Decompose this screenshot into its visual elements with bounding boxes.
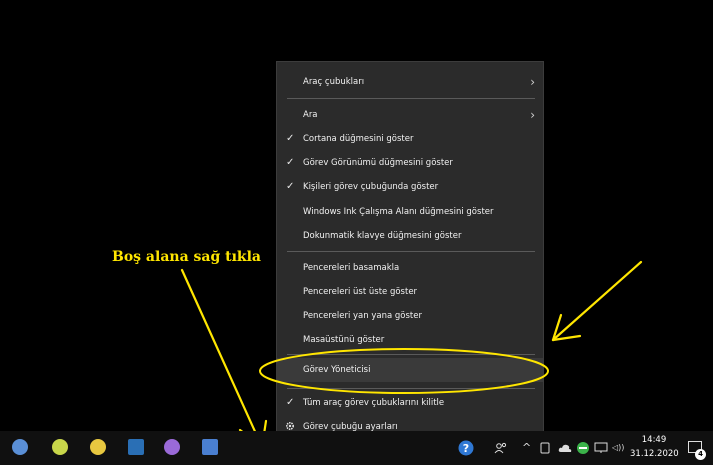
question-circle-icon[interactable]: ?	[458, 440, 474, 456]
volume-icon[interactable]: ◁))	[612, 441, 624, 455]
clock-date[interactable]: 31.12.2020	[630, 449, 679, 459]
app-icon-6[interactable]	[202, 439, 218, 455]
cloud-icon[interactable]	[558, 443, 572, 453]
menu-item-label: Ara	[303, 110, 318, 120]
clock-time[interactable]: 14:49	[634, 435, 674, 445]
network-icon[interactable]	[594, 442, 608, 454]
menu-item-label: Cortana düğmesini göster	[303, 134, 414, 144]
menu-item-search[interactable]: Ara ›	[277, 103, 543, 127]
menu-item-show-desktop[interactable]: Masaüstünü göster	[277, 328, 543, 352]
app-icon-1[interactable]	[12, 439, 28, 455]
menu-item-label: Pencereleri yan yana göster	[303, 311, 422, 321]
menu-item-label: Dokunmatik klavye düğmesini göster	[303, 231, 462, 241]
menu-item-task-manager[interactable]: Görev Yöneticisi	[277, 358, 543, 382]
menu-item-stacked[interactable]: Pencereleri üst üste göster	[277, 280, 543, 304]
menu-item-touch-keyboard[interactable]: Dokunmatik klavye düğmesini göster	[277, 224, 543, 248]
menu-separator	[287, 354, 535, 355]
menu-item-task-view[interactable]: ✓ Görev Görünümü düğmesini göster	[277, 151, 543, 175]
menu-item-label: Görev Görünümü düğmesini göster	[303, 158, 453, 168]
menu-separator	[287, 388, 535, 389]
menu-item-windows-ink[interactable]: Windows Ink Çalışma Alanı düğmesini göst…	[277, 200, 543, 224]
menu-item-side-by-side[interactable]: Pencereleri yan yana göster	[277, 304, 543, 328]
checkmark-icon: ✓	[286, 181, 295, 192]
menu-item-lock-taskbar[interactable]: ✓ Tüm araç görev çubuklarını kilitle	[277, 391, 543, 415]
checkmark-icon: ✓	[286, 133, 295, 144]
svg-text:?: ?	[463, 442, 469, 455]
chevron-up-icon[interactable]: ^	[522, 441, 531, 455]
notification-count-badge: 4	[695, 449, 706, 460]
menu-item-toolbars[interactable]: Araç çubukları ›	[277, 70, 543, 94]
taskbar[interactable]: ? ^ ◁)) 14:49 31.12.2020 4	[0, 431, 713, 465]
people-icon[interactable]	[494, 442, 508, 454]
menu-item-label: Windows Ink Çalışma Alanı düğmesini göst…	[303, 207, 494, 217]
chevron-right-icon: ›	[530, 75, 535, 89]
chevron-right-icon: ›	[530, 108, 535, 122]
menu-item-label: Araç çubukları	[303, 77, 365, 87]
menu-item-cortana[interactable]: ✓ Cortana düğmesini göster	[277, 127, 543, 151]
checkmark-icon: ✓	[286, 397, 295, 408]
menu-item-label: Tüm araç görev çubuklarını kilitle	[303, 398, 445, 408]
app-icon-2[interactable]	[52, 439, 68, 455]
menu-item-label: Görev Yöneticisi	[303, 365, 371, 375]
checkmark-icon: ✓	[286, 157, 295, 168]
gear-icon	[285, 421, 295, 431]
security-icon[interactable]	[576, 441, 590, 455]
menu-item-cascade[interactable]: Pencereleri basamakla	[277, 256, 543, 280]
annotation-caption: Boş alana sağ tıkla	[112, 249, 262, 265]
menu-item-label: Pencereleri basamakla	[303, 263, 400, 273]
app-icon-5[interactable]	[164, 439, 180, 455]
menu-item-people[interactable]: ✓ Kişileri görev çubuğunda göster	[277, 175, 543, 199]
menu-separator	[287, 98, 535, 99]
menu-item-label: Masaüstünü göster	[303, 335, 385, 345]
device-icon[interactable]	[540, 442, 550, 454]
taskbar-context-menu: Araç çubukları › Ara › ✓ Cortana düğmesi…	[276, 61, 544, 440]
menu-item-label: Pencereleri üst üste göster	[303, 287, 418, 297]
menu-item-label: Kişileri görev çubuğunda göster	[303, 182, 439, 192]
app-icon-3[interactable]	[90, 439, 106, 455]
menu-separator	[287, 251, 535, 252]
app-icon-4[interactable]	[128, 439, 144, 455]
